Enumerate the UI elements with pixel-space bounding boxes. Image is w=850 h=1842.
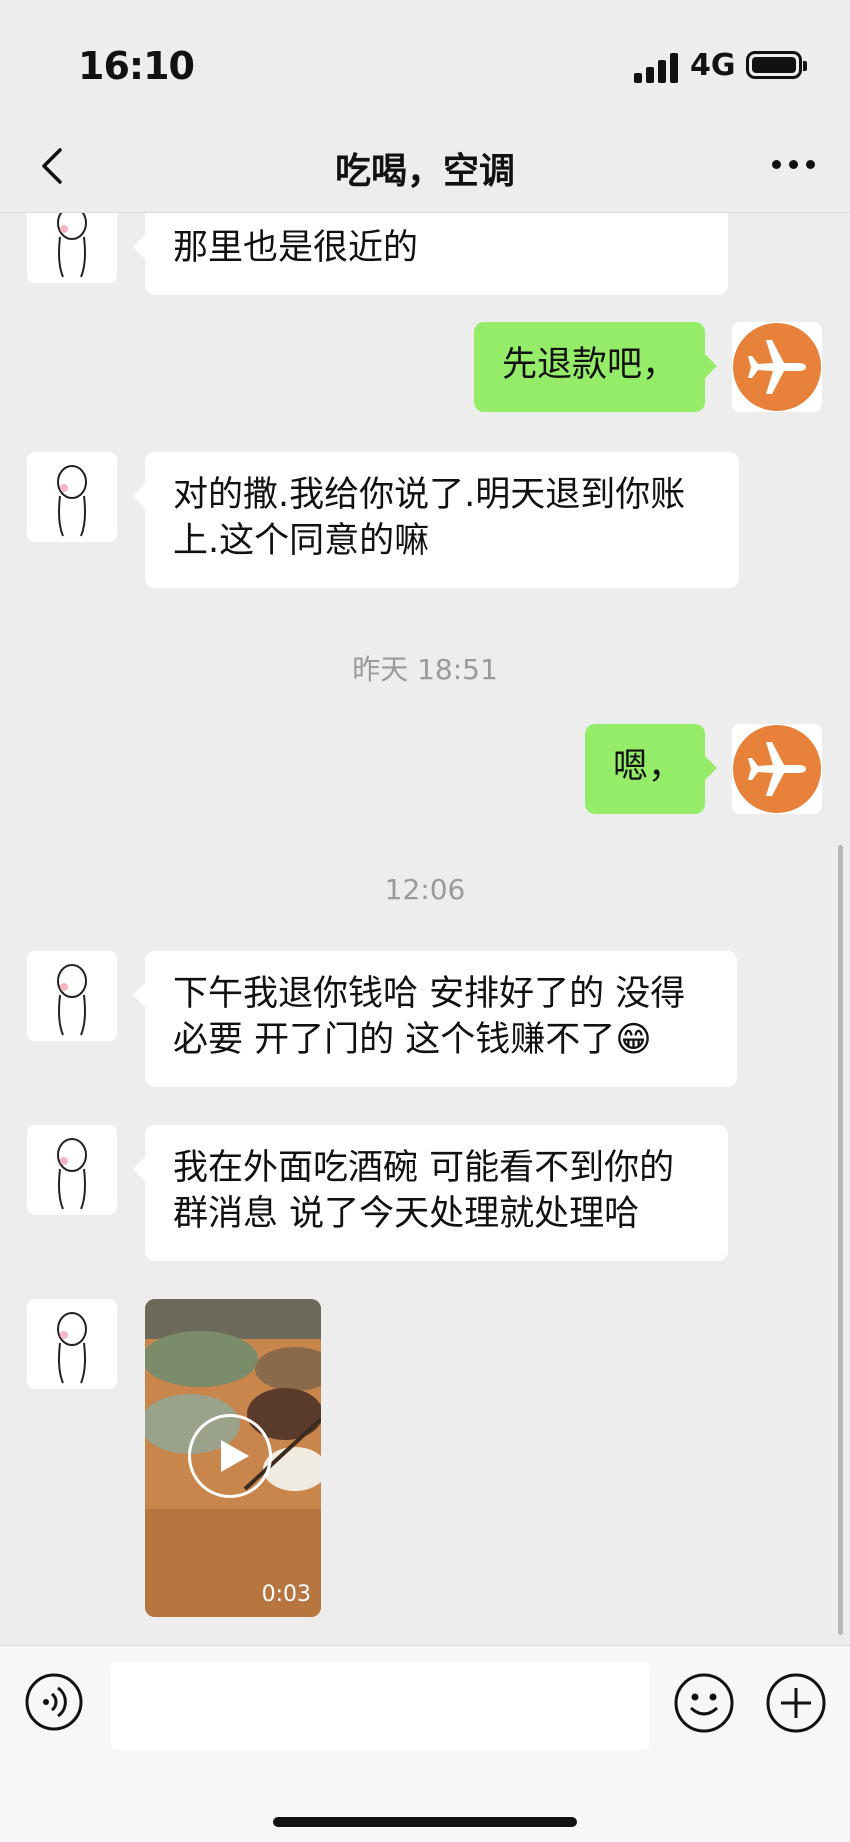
battery-icon bbox=[746, 51, 807, 79]
contact-avatar[interactable] bbox=[27, 452, 117, 542]
my-avatar[interactable] bbox=[732, 724, 822, 814]
cartoon-avatar-icon bbox=[57, 1312, 87, 1384]
signal-icon bbox=[634, 53, 680, 83]
cartoon-avatar-icon bbox=[57, 465, 87, 537]
play-icon[interactable] bbox=[188, 1414, 272, 1498]
video-message[interactable]: 0:03 bbox=[145, 1299, 321, 1617]
message-bubble-incoming[interactable]: 下午我退你钱哈 安排好了的 没得必要 开了门的 这个钱赚不了😁 bbox=[133, 951, 737, 1087]
message-bubble-incoming[interactable]: 对的撒.我给你说了.明天退到你账上.这个同意的嘛 bbox=[133, 452, 739, 588]
message-bubble-incoming[interactable]: 我在外面吃酒碗 可能看不到你的群消息 说了今天处理就处理哈 bbox=[133, 1125, 728, 1261]
timestamp: 昨天 18:51 bbox=[352, 653, 498, 686]
more-options-icon[interactable] bbox=[772, 160, 816, 170]
cartoon-avatar-icon bbox=[57, 1138, 87, 1210]
plus-icon[interactable] bbox=[765, 1672, 827, 1734]
video-duration: 0:03 bbox=[261, 1582, 311, 1607]
timestamp: 12:06 bbox=[384, 873, 466, 906]
message-bubble-outgoing[interactable]: 先退款吧， bbox=[474, 322, 717, 412]
chat-header: 吃喝，空调 bbox=[0, 120, 850, 213]
cartoon-avatar-icon bbox=[57, 213, 87, 278]
status-bar: 16:10 4G bbox=[0, 0, 850, 120]
contact-avatar[interactable] bbox=[27, 213, 117, 283]
message-bubble-outgoing[interactable]: 嗯， bbox=[585, 724, 717, 814]
message-list[interactable]: 那里也是很近的 先退款吧， 对的撒.我给你说了.明天退到你账上.这个同意的嘛 昨… bbox=[0, 213, 850, 1645]
home-indicator[interactable] bbox=[273, 1817, 577, 1827]
contact-avatar[interactable] bbox=[27, 1125, 117, 1215]
status-time: 16:10 bbox=[78, 44, 195, 88]
network-type: 4G bbox=[690, 48, 736, 83]
my-avatar[interactable] bbox=[732, 322, 822, 412]
airplane-avatar-icon bbox=[733, 725, 821, 813]
cartoon-avatar-icon bbox=[57, 964, 87, 1036]
scrollbar[interactable] bbox=[838, 845, 843, 1635]
voice-input-icon[interactable] bbox=[24, 1672, 84, 1732]
message-input[interactable] bbox=[110, 1662, 650, 1750]
contact-avatar[interactable] bbox=[27, 1299, 117, 1389]
contact-avatar[interactable] bbox=[27, 951, 117, 1041]
chat-title: 吃喝，空调 bbox=[334, 151, 515, 192]
message-bubble-incoming[interactable]: 那里也是很近的 bbox=[133, 213, 728, 295]
airplane-avatar-icon bbox=[733, 323, 821, 411]
input-bar bbox=[0, 1645, 850, 1842]
emoji-icon[interactable] bbox=[673, 1672, 735, 1734]
